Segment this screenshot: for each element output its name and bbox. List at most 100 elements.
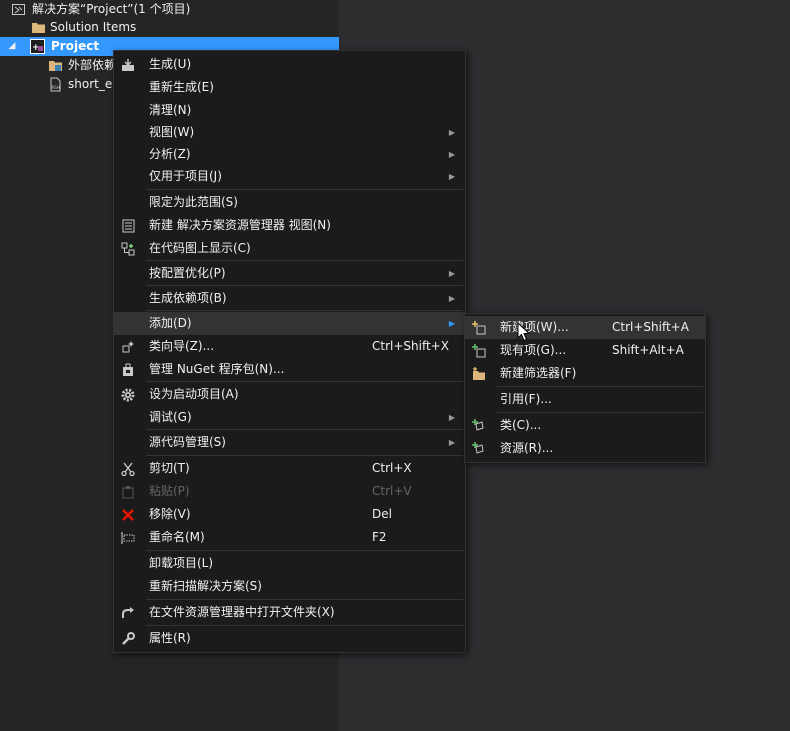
menu-separator bbox=[146, 310, 463, 311]
menu-separator bbox=[146, 429, 463, 430]
resource-file-icon: RSH bbox=[50, 77, 61, 92]
submenu-item-label: 新建项(W)... bbox=[500, 320, 569, 334]
menu-item-add[interactable]: 添加(D) ▶ bbox=[114, 312, 465, 335]
menu-item-label: 在代码图上显示(C) bbox=[149, 241, 251, 255]
rename-icon bbox=[121, 532, 135, 544]
submenu-item-shortcut: Shift+Alt+A bbox=[612, 343, 684, 357]
solution-items-node[interactable]: Solution Items bbox=[0, 18, 339, 37]
menu-item-label: 类向导(Z)... bbox=[149, 339, 215, 353]
project-context-menu: 生成(U) 重新生成(E) 清理(N) 视图(W) ▶ 分析(Z) ▶ 仅用于项… bbox=[113, 50, 466, 653]
code-map-icon bbox=[121, 242, 135, 256]
menu-item-label: 生成依赖项(B) bbox=[149, 291, 227, 305]
menu-item-label: 粘贴(P) bbox=[149, 484, 190, 498]
menu-separator bbox=[497, 412, 703, 413]
mouse-cursor-icon bbox=[517, 322, 531, 342]
external-deps-icon bbox=[49, 61, 62, 71]
menu-item-label: 重新扫描解决方案(S) bbox=[149, 579, 262, 593]
menu-item-label: 属性(R) bbox=[149, 631, 191, 645]
menu-item-clean[interactable]: 清理(N) bbox=[114, 99, 465, 122]
menu-item-label: 视图(W) bbox=[149, 125, 195, 139]
menu-item-label: 设为启动项目(A) bbox=[149, 387, 239, 401]
menu-item-shortcut: Ctrl+X bbox=[372, 461, 412, 475]
solution-label: 解决方案“Project”(1 个项目) bbox=[32, 2, 191, 16]
class-wizard-icon bbox=[122, 341, 134, 353]
menu-item-label: 重命名(M) bbox=[149, 530, 205, 544]
gear-icon bbox=[121, 388, 135, 402]
remove-x-icon bbox=[122, 509, 134, 521]
menu-item-label: 移除(V) bbox=[149, 507, 191, 521]
menu-separator bbox=[146, 599, 463, 600]
menu-item-label: 分析(Z) bbox=[149, 147, 191, 161]
submenu-item-shortcut: Ctrl+Shift+A bbox=[612, 320, 689, 334]
menu-item-show-on-code-map[interactable]: 在代码图上显示(C) bbox=[114, 237, 465, 260]
submenu-item-resource[interactable]: 资源(R)... bbox=[465, 437, 705, 460]
submenu-arrow-icon: ▶ bbox=[448, 413, 455, 422]
menu-item-set-startup[interactable]: 设为启动项目(A) bbox=[114, 383, 465, 406]
menu-separator bbox=[146, 550, 463, 551]
menu-item-label: 管理 NuGet 程序包(N)... bbox=[149, 362, 285, 376]
submenu-item-reference[interactable]: 引用(F)... bbox=[465, 388, 705, 411]
menu-item-label: 生成(U) bbox=[149, 57, 192, 71]
menu-item-pgo[interactable]: 按配置优化(P) ▶ bbox=[114, 262, 465, 285]
submenu-item-new-filter[interactable]: 新建筛选器(F) bbox=[465, 362, 705, 385]
solution-items-label: Solution Items bbox=[50, 20, 137, 34]
resource-icon bbox=[472, 442, 484, 454]
submenu-item-existing-item[interactable]: 现有项(G)... Shift+Alt+A bbox=[465, 339, 705, 362]
menu-item-class-wizard[interactable]: 类向导(Z)... Ctrl+Shift+X bbox=[114, 335, 465, 358]
menu-item-rebuild[interactable]: 重新生成(E) bbox=[114, 76, 465, 99]
expanded-arrow-icon[interactable]: ◢ bbox=[7, 37, 17, 56]
menu-item-build-dependencies[interactable]: 生成依赖项(B) ▶ bbox=[114, 287, 465, 310]
menu-item-label: 仅用于项目(J) bbox=[149, 169, 222, 183]
menu-item-debug[interactable]: 调试(G) ▶ bbox=[114, 406, 465, 429]
svg-text:RSH: RSH bbox=[52, 85, 60, 90]
solution-node[interactable]: 解决方案“Project”(1 个项目) bbox=[0, 0, 339, 19]
menu-item-label: 卸载项目(L) bbox=[149, 556, 214, 570]
new-item-icon bbox=[472, 321, 486, 335]
project-label: Project bbox=[51, 39, 100, 53]
menu-separator bbox=[146, 189, 463, 190]
menu-item-project-only[interactable]: 仅用于项目(J) ▶ bbox=[114, 165, 465, 188]
menu-item-analyze[interactable]: 分析(Z) ▶ bbox=[114, 143, 465, 166]
add-submenu: 新建项(W)... Ctrl+Shift+A 现有项(G)... Shift+A… bbox=[464, 313, 706, 463]
menu-separator bbox=[146, 625, 463, 626]
solution-icon bbox=[12, 4, 25, 15]
submenu-item-label: 新建筛选器(F) bbox=[500, 366, 577, 380]
menu-item-label: 源代码管理(S) bbox=[149, 435, 226, 449]
submenu-item-class[interactable]: 类(C)... bbox=[465, 414, 705, 437]
menu-item-build[interactable]: 生成(U) bbox=[114, 53, 465, 76]
folder-icon bbox=[32, 23, 45, 33]
menu-item-manage-nuget[interactable]: 管理 NuGet 程序包(N)... bbox=[114, 358, 465, 381]
submenu-item-label: 引用(F)... bbox=[500, 392, 552, 406]
nuget-package-icon bbox=[123, 363, 133, 376]
menu-item-label: 在文件资源管理器中打开文件夹(X) bbox=[149, 605, 335, 619]
menu-item-label: 调试(G) bbox=[149, 410, 192, 424]
menu-separator bbox=[146, 455, 463, 456]
open-folder-arrow-icon bbox=[122, 607, 134, 618]
submenu-arrow-icon: ▶ bbox=[448, 172, 455, 181]
menu-item-unload-project[interactable]: 卸载项目(L) bbox=[114, 552, 465, 575]
menu-item-new-explorer-view[interactable]: 新建 解决方案资源管理器 视图(N) bbox=[114, 214, 465, 237]
menu-separator bbox=[497, 386, 703, 387]
menu-item-source-control[interactable]: 源代码管理(S) ▶ bbox=[114, 431, 465, 454]
menu-item-view[interactable]: 视图(W) ▶ bbox=[114, 121, 465, 144]
existing-item-icon bbox=[472, 344, 486, 358]
submenu-arrow-icon: ▶ bbox=[448, 128, 455, 137]
menu-item-scope-to-this[interactable]: 限定为此范围(S) bbox=[114, 191, 465, 214]
menu-item-label: 剪切(T) bbox=[149, 461, 190, 475]
menu-item-rescan-solution[interactable]: 重新扫描解决方案(S) bbox=[114, 575, 465, 598]
menu-separator bbox=[146, 285, 463, 286]
submenu-item-new-item[interactable]: 新建项(W)... Ctrl+Shift+A bbox=[465, 316, 705, 339]
submenu-item-label: 类(C)... bbox=[500, 418, 542, 432]
submenu-arrow-icon: ▶ bbox=[448, 294, 455, 303]
menu-item-open-in-explorer[interactable]: 在文件资源管理器中打开文件夹(X) bbox=[114, 601, 465, 624]
menu-item-properties[interactable]: 属性(R) bbox=[114, 627, 465, 650]
submenu-arrow-icon: ▶ bbox=[448, 319, 455, 328]
menu-item-shortcut: Ctrl+Shift+X bbox=[372, 339, 449, 353]
menu-separator bbox=[146, 260, 463, 261]
menu-item-remove[interactable]: 移除(V) Del bbox=[114, 503, 465, 526]
submenu-arrow-icon: ▶ bbox=[448, 150, 455, 159]
menu-item-rename[interactable]: 重命名(M) F2 bbox=[114, 526, 465, 549]
menu-item-cut[interactable]: 剪切(T) Ctrl+X bbox=[114, 457, 465, 480]
menu-item-label: 重新生成(E) bbox=[149, 80, 214, 94]
menu-item-shortcut: Ctrl+V bbox=[372, 484, 412, 498]
